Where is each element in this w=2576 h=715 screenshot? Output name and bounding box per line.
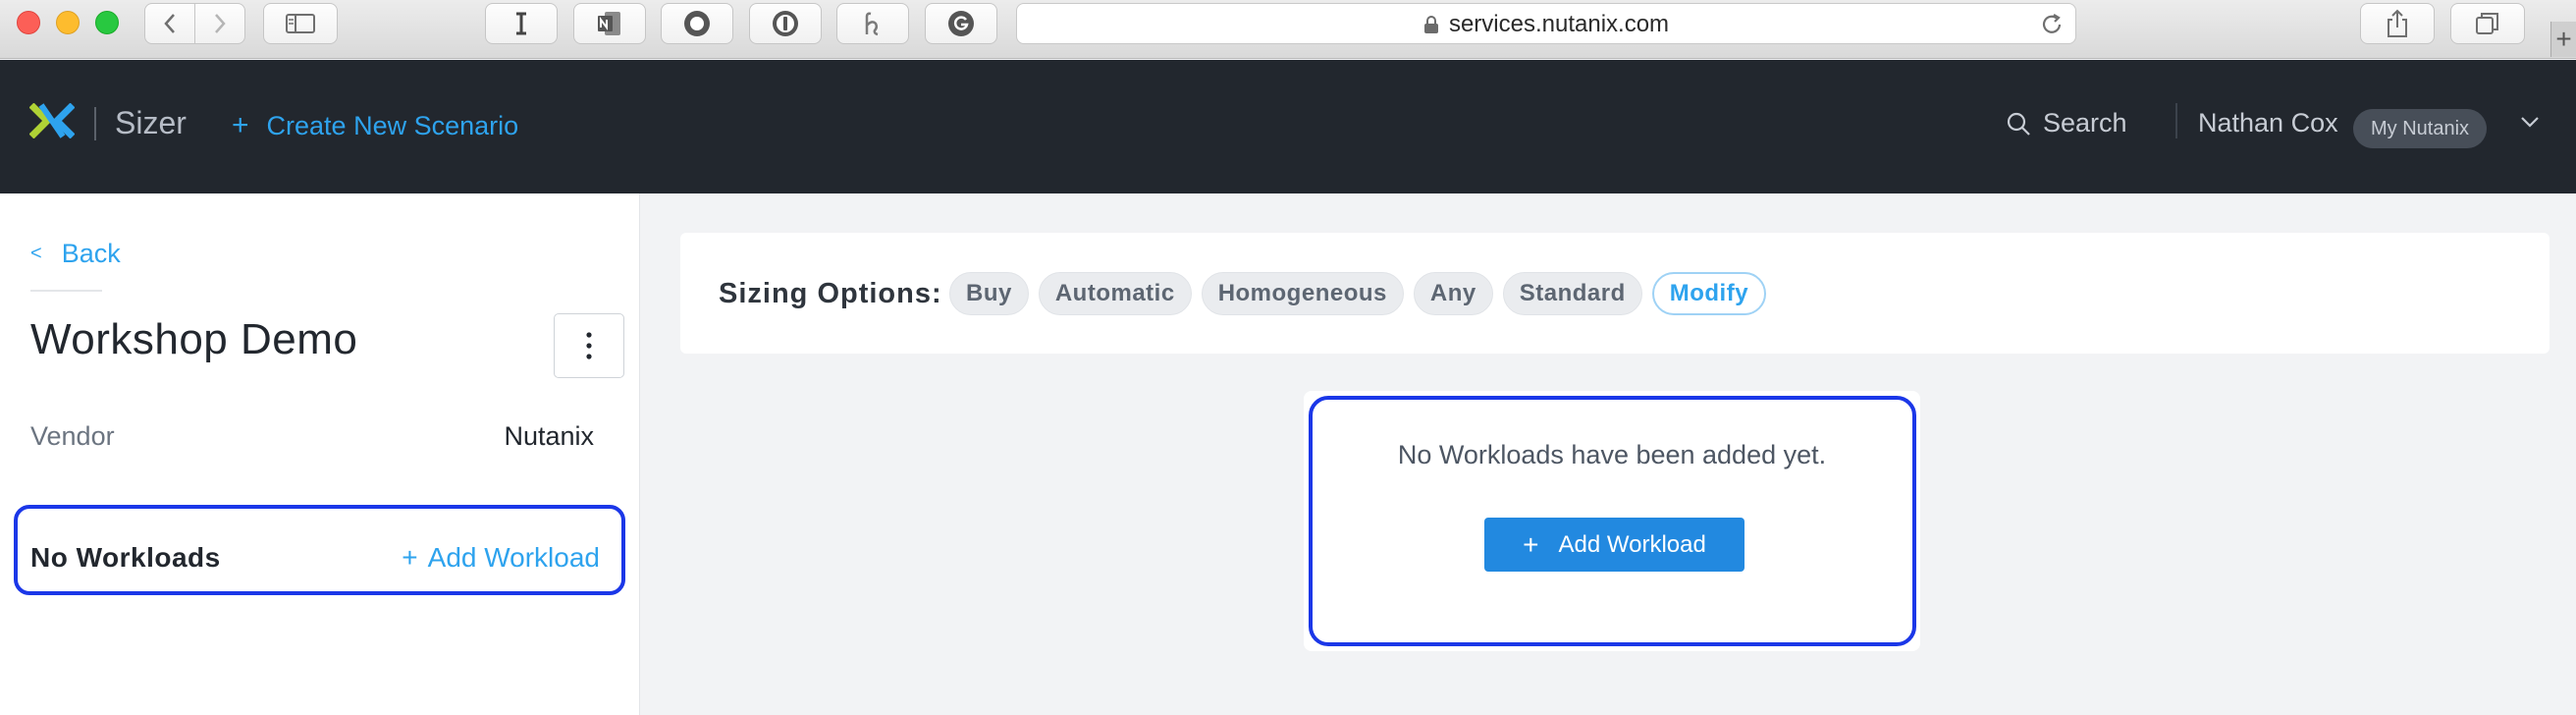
- option-chip-standard: Standard: [1502, 272, 1642, 315]
- maximize-window-button[interactable]: [95, 11, 119, 34]
- nutanix-logo-icon[interactable]: [28, 102, 76, 143]
- back-arrow-icon[interactable]: [145, 4, 194, 43]
- app-header: Sizer + Create New Scenario Search Natha…: [0, 60, 2576, 193]
- reader-i-icon[interactable]: [485, 3, 558, 44]
- sidebar-add-workload-label: Add Workload: [427, 542, 600, 573]
- reload-icon[interactable]: [2038, 11, 2066, 43]
- share-icon[interactable]: [2360, 3, 2435, 44]
- search-label: Search: [2043, 108, 2127, 138]
- empty-state-message: No Workloads have been added yet.: [1397, 440, 1827, 469]
- sidebar-toggle-icon[interactable]: [263, 3, 338, 44]
- plus-icon: +: [1523, 528, 1539, 560]
- search-icon: [2007, 112, 2030, 136]
- new-tab-icon[interactable]: +: [2550, 22, 2576, 57]
- logo-divider: [94, 107, 96, 140]
- onepassword-icon[interactable]: [749, 3, 822, 44]
- close-window-button[interactable]: [17, 11, 40, 34]
- option-chip-homogeneous: Homogeneous: [1201, 272, 1404, 315]
- minimize-window-button[interactable]: [56, 11, 80, 34]
- honey-icon[interactable]: [836, 3, 909, 44]
- url-text: services.nutanix.com: [1448, 11, 1670, 37]
- sizing-options-chips: Buy Automatic Homogeneous Any Standard M…: [949, 272, 1767, 315]
- back-divider: [30, 290, 102, 292]
- sidebar-add-workload-link[interactable]: + Add Workload: [402, 542, 600, 574]
- address-bar[interactable]: services.nutanix.com: [1016, 3, 2076, 44]
- sizing-options-panel: Sizing Options: Buy Automatic Homogeneou…: [680, 233, 2549, 354]
- user-name[interactable]: Nathan Cox: [2198, 108, 2338, 138]
- history-navigation: [144, 3, 245, 44]
- tabs-overview-icon[interactable]: [2450, 3, 2525, 44]
- workloads-status: No Workloads: [30, 542, 221, 573]
- back-label: Back: [61, 239, 121, 268]
- option-chip-automatic: Automatic: [1038, 272, 1192, 315]
- plus-icon: +: [232, 109, 249, 141]
- product-name: Sizer: [115, 105, 187, 140]
- browser-toolbar: services.nutanix.com +: [0, 0, 2576, 59]
- onenote-icon[interactable]: [573, 3, 646, 44]
- forward-arrow-icon[interactable]: [194, 4, 244, 43]
- vendor-label: Vendor: [30, 421, 115, 451]
- option-chip-any: Any: [1413, 272, 1493, 315]
- sizing-options-label: Sizing Options:: [719, 278, 942, 309]
- scenario-sidebar: < Back Workshop Demo Vendor Nutanix No W…: [0, 193, 640, 715]
- chevron-left-icon: <: [30, 243, 42, 264]
- scenario-menu-button[interactable]: [554, 313, 624, 378]
- record-icon[interactable]: [661, 3, 733, 44]
- vendor-value: Nutanix: [504, 421, 594, 451]
- chevron-down-icon[interactable]: [2519, 115, 2541, 134]
- plus-icon: +: [402, 542, 418, 573]
- header-divider: [2175, 103, 2177, 138]
- create-scenario-label: Create New Scenario: [266, 110, 519, 140]
- more-vertical-icon: [586, 332, 592, 359]
- my-nutanix-badge[interactable]: My Nutanix: [2353, 109, 2488, 148]
- scenario-title: Workshop Demo: [30, 315, 358, 363]
- lock-icon: [1423, 16, 1438, 33]
- create-scenario-link[interactable]: + Create New Scenario: [232, 109, 518, 142]
- add-workload-button[interactable]: + Add Workload: [1484, 518, 1744, 572]
- option-chip-buy: Buy: [949, 272, 1029, 315]
- grammarly-icon[interactable]: [925, 3, 997, 44]
- search-button[interactable]: Search: [2006, 108, 2127, 138]
- add-workload-button-label: Add Workload: [1558, 530, 1706, 558]
- modify-options-button[interactable]: Modify: [1651, 272, 1767, 315]
- back-link[interactable]: < Back: [30, 239, 121, 269]
